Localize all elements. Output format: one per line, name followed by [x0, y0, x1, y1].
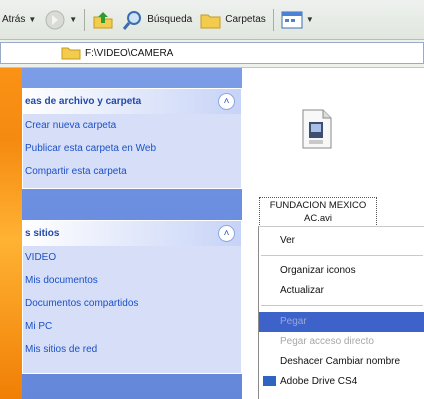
back-label: Atrás	[2, 14, 26, 25]
menu-item-paste[interactable]: Pegar	[259, 312, 424, 332]
place-video[interactable]: VIDEO	[23, 246, 241, 269]
file-name-line1: FUNDACION MEXICO	[269, 200, 367, 211]
folders-button[interactable]: Carpetas	[196, 8, 270, 32]
menu-item-adobe-drive[interactable]: Adobe Drive CS4	[259, 372, 424, 392]
address-input[interactable]: F:\VIDEO\CAMERA	[0, 42, 424, 64]
menu-item-refresh-label: Actualizar	[280, 285, 324, 296]
file-name-line2: AC.avi	[304, 213, 332, 224]
views-icon	[281, 11, 303, 28]
search-button[interactable]: Búsqueda	[118, 8, 196, 32]
toolbar-separator	[84, 8, 86, 31]
address-path: F:\VIDEO\CAMERA	[85, 47, 174, 59]
toolbar-separator	[272, 8, 274, 31]
other-places-box: s sitios ˄ VIDEO Mis documentos Document…	[22, 220, 242, 374]
menu-item-arrange-icons-label: Organizar iconos	[280, 265, 356, 276]
views-dropdown-icon[interactable]: ▼	[306, 15, 314, 24]
menu-item-view[interactable]: Ver	[259, 231, 424, 251]
menu-item-paste-label: Pegar	[280, 316, 307, 327]
menu-item-undo[interactable]: Deshacer Cambiar nombre	[259, 352, 424, 372]
search-icon	[123, 10, 142, 30]
place-my-documents[interactable]: Mis documentos	[23, 269, 241, 292]
folders-icon	[200, 14, 221, 28]
file-tasks-header[interactable]: eas de archivo y carpeta ˄	[23, 89, 241, 114]
menu-item-paste-shortcut-label: Pegar acceso directo	[280, 336, 374, 347]
task-new-folder[interactable]: Crear nueva carpeta	[23, 114, 241, 137]
place-my-pc[interactable]: Mi PC	[23, 315, 241, 338]
views-button[interactable]: ▼	[277, 8, 318, 32]
back-dropdown-icon[interactable]: ▼	[28, 15, 36, 24]
file-name-label[interactable]: FUNDACION MEXICO AC.avi	[259, 197, 377, 227]
adobe-drive-icon	[263, 376, 276, 387]
up-folder-icon	[93, 11, 113, 28]
folder-icon	[61, 47, 81, 60]
place-shared-documents[interactable]: Documentos compartidos	[23, 292, 241, 315]
menu-item-paste-shortcut[interactable]: Pegar acceso directo	[259, 332, 424, 352]
menu-item-view-label: Ver	[280, 235, 296, 246]
search-label: Búsqueda	[147, 14, 193, 25]
menu-item-adobe-drive-label: Adobe Drive CS4	[280, 376, 358, 387]
back-button[interactable]: Atrás ▼	[0, 8, 40, 32]
collapse-icon[interactable]: ˄	[218, 93, 235, 110]
video-file-icon[interactable]	[301, 109, 333, 149]
menu-item-arrange-icons[interactable]: Organizar iconos	[259, 261, 424, 281]
menu-separator	[261, 255, 423, 256]
up-folder-button[interactable]	[88, 8, 118, 32]
forward-icon	[45, 10, 65, 29]
address-bar: F:\VIDEO\CAMERA	[0, 40, 424, 68]
task-pane: eas de archivo y carpeta ˄ Crear nueva c…	[22, 68, 242, 399]
context-menu: Ver Organizar iconos Actualizar Pegar Pe…	[258, 226, 424, 399]
toolbar: Atrás ▼ ▼ Búsqueda Carpetas ▼	[0, 0, 424, 40]
folders-label: Carpetas	[225, 14, 266, 25]
menu-item-undo-label: Deshacer Cambiar nombre	[280, 356, 401, 367]
forward-button[interactable]: ▼	[40, 8, 81, 32]
task-publish-web[interactable]: Publicar esta carpeta en Web	[23, 137, 241, 160]
menu-separator	[261, 305, 423, 306]
menu-item-refresh[interactable]: Actualizar	[259, 281, 424, 301]
file-tasks-box: eas de archivo y carpeta ˄ Crear nueva c…	[22, 88, 242, 189]
forward-dropdown-icon[interactable]: ▼	[69, 15, 77, 24]
collapse-icon[interactable]: ˄	[218, 225, 235, 242]
other-places-header[interactable]: s sitios ˄	[23, 221, 241, 246]
place-network[interactable]: Mis sitios de red	[23, 338, 241, 361]
other-places-title: s sitios	[25, 228, 60, 239]
task-share-folder[interactable]: Compartir esta carpeta	[23, 160, 241, 183]
file-tasks-title: eas de archivo y carpeta	[25, 96, 142, 107]
